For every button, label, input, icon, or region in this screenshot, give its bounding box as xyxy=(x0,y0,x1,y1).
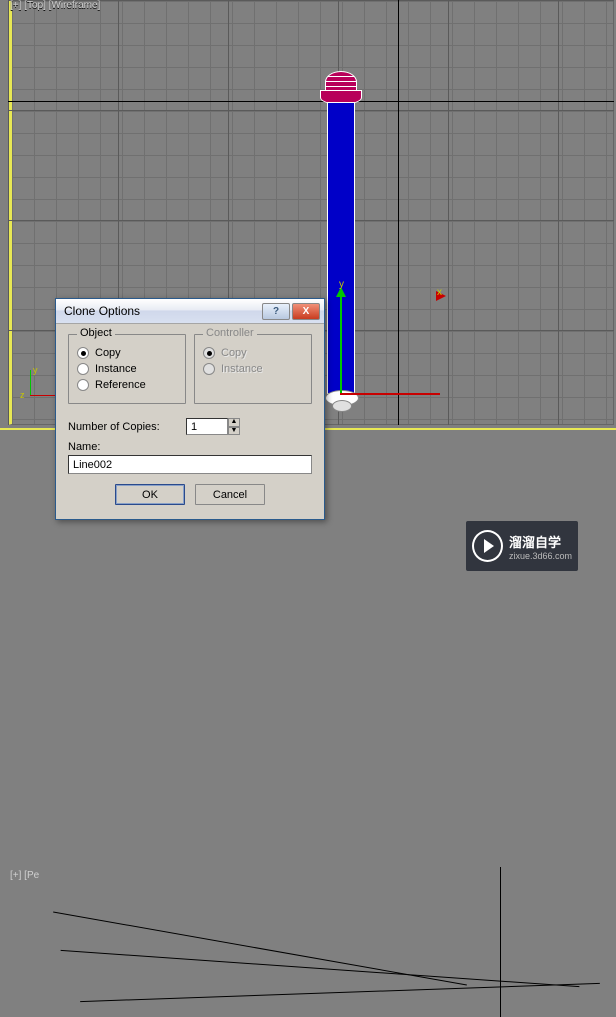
radio-copy[interactable]: Copy xyxy=(77,347,177,359)
copies-row: Number of Copies: ▲ ▼ xyxy=(68,418,312,435)
perspective-line xyxy=(80,983,600,1002)
controller-legend: Controller xyxy=(203,327,257,339)
name-input[interactable] xyxy=(68,455,312,474)
gizmo-x-label: x xyxy=(437,287,442,298)
copies-input[interactable] xyxy=(186,418,228,435)
badge-title: 溜溜自学 xyxy=(509,532,572,551)
copies-label: Number of Copies: xyxy=(68,421,178,433)
ok-button[interactable]: OK xyxy=(115,484,185,505)
spinner-down-icon[interactable]: ▼ xyxy=(228,427,240,436)
axis-horizontal xyxy=(8,101,614,102)
radio-reference-label: Reference xyxy=(95,379,146,391)
spinner-up-icon[interactable]: ▲ xyxy=(228,418,240,427)
gizmo-y-label: y xyxy=(339,279,344,290)
lamp-head[interactable] xyxy=(320,71,362,105)
play-icon xyxy=(472,530,503,562)
mini-z-label: z xyxy=(20,390,25,400)
dialog-body: Object Copy Instance Reference Controlle… xyxy=(56,324,324,519)
radio-ctrl-instance: Instance xyxy=(203,363,303,375)
viewport-label-top[interactable]: [+] [Top] [Wireframe] xyxy=(10,0,100,11)
radio-copy-label: Copy xyxy=(95,347,121,359)
mini-y-label: y xyxy=(33,365,38,375)
lamp-base-inner xyxy=(332,400,352,412)
radio-icon[interactable] xyxy=(77,379,89,391)
close-button[interactable]: X xyxy=(292,303,320,320)
radio-icon[interactable] xyxy=(77,347,89,359)
copies-spinner[interactable]: ▲ ▼ xyxy=(186,418,240,435)
dialog-title: Clone Options xyxy=(60,304,260,318)
name-block: Name: xyxy=(68,441,312,474)
controller-group: Controller Copy Instance xyxy=(194,334,312,404)
radio-icon xyxy=(203,363,215,375)
object-legend: Object xyxy=(77,327,115,339)
radio-ctrl-copy: Copy xyxy=(203,347,303,359)
gizmo-x-axis[interactable] xyxy=(340,393,440,395)
radio-icon[interactable] xyxy=(77,363,89,375)
name-label: Name: xyxy=(68,441,312,453)
dialog-titlebar[interactable]: Clone Options ? X xyxy=(56,299,324,324)
dialog-buttons: OK Cancel xyxy=(68,484,312,505)
radio-ctrl-instance-label: Instance xyxy=(221,363,263,375)
radio-instance[interactable]: Instance xyxy=(77,363,177,375)
viewport-label-bottom[interactable]: [+] [Pe xyxy=(10,870,39,881)
perspective-line xyxy=(500,867,501,1017)
radio-icon xyxy=(203,347,215,359)
badge-url: zixue.3d66.com xyxy=(509,551,572,561)
watermark-badge: 溜溜自学 zixue.3d66.com xyxy=(466,521,578,571)
axis-vertical xyxy=(398,0,399,425)
cancel-button[interactable]: Cancel xyxy=(195,484,265,505)
perspective-line xyxy=(61,950,580,987)
radio-ctrl-copy-label: Copy xyxy=(221,347,247,359)
gizmo-y-axis[interactable] xyxy=(340,295,342,395)
radio-instance-label: Instance xyxy=(95,363,137,375)
object-group: Object Copy Instance Reference xyxy=(68,334,186,404)
radio-reference[interactable]: Reference xyxy=(77,379,177,391)
help-button[interactable]: ? xyxy=(262,303,290,320)
clone-options-dialog: Clone Options ? X Object Copy Instance R… xyxy=(55,298,325,520)
